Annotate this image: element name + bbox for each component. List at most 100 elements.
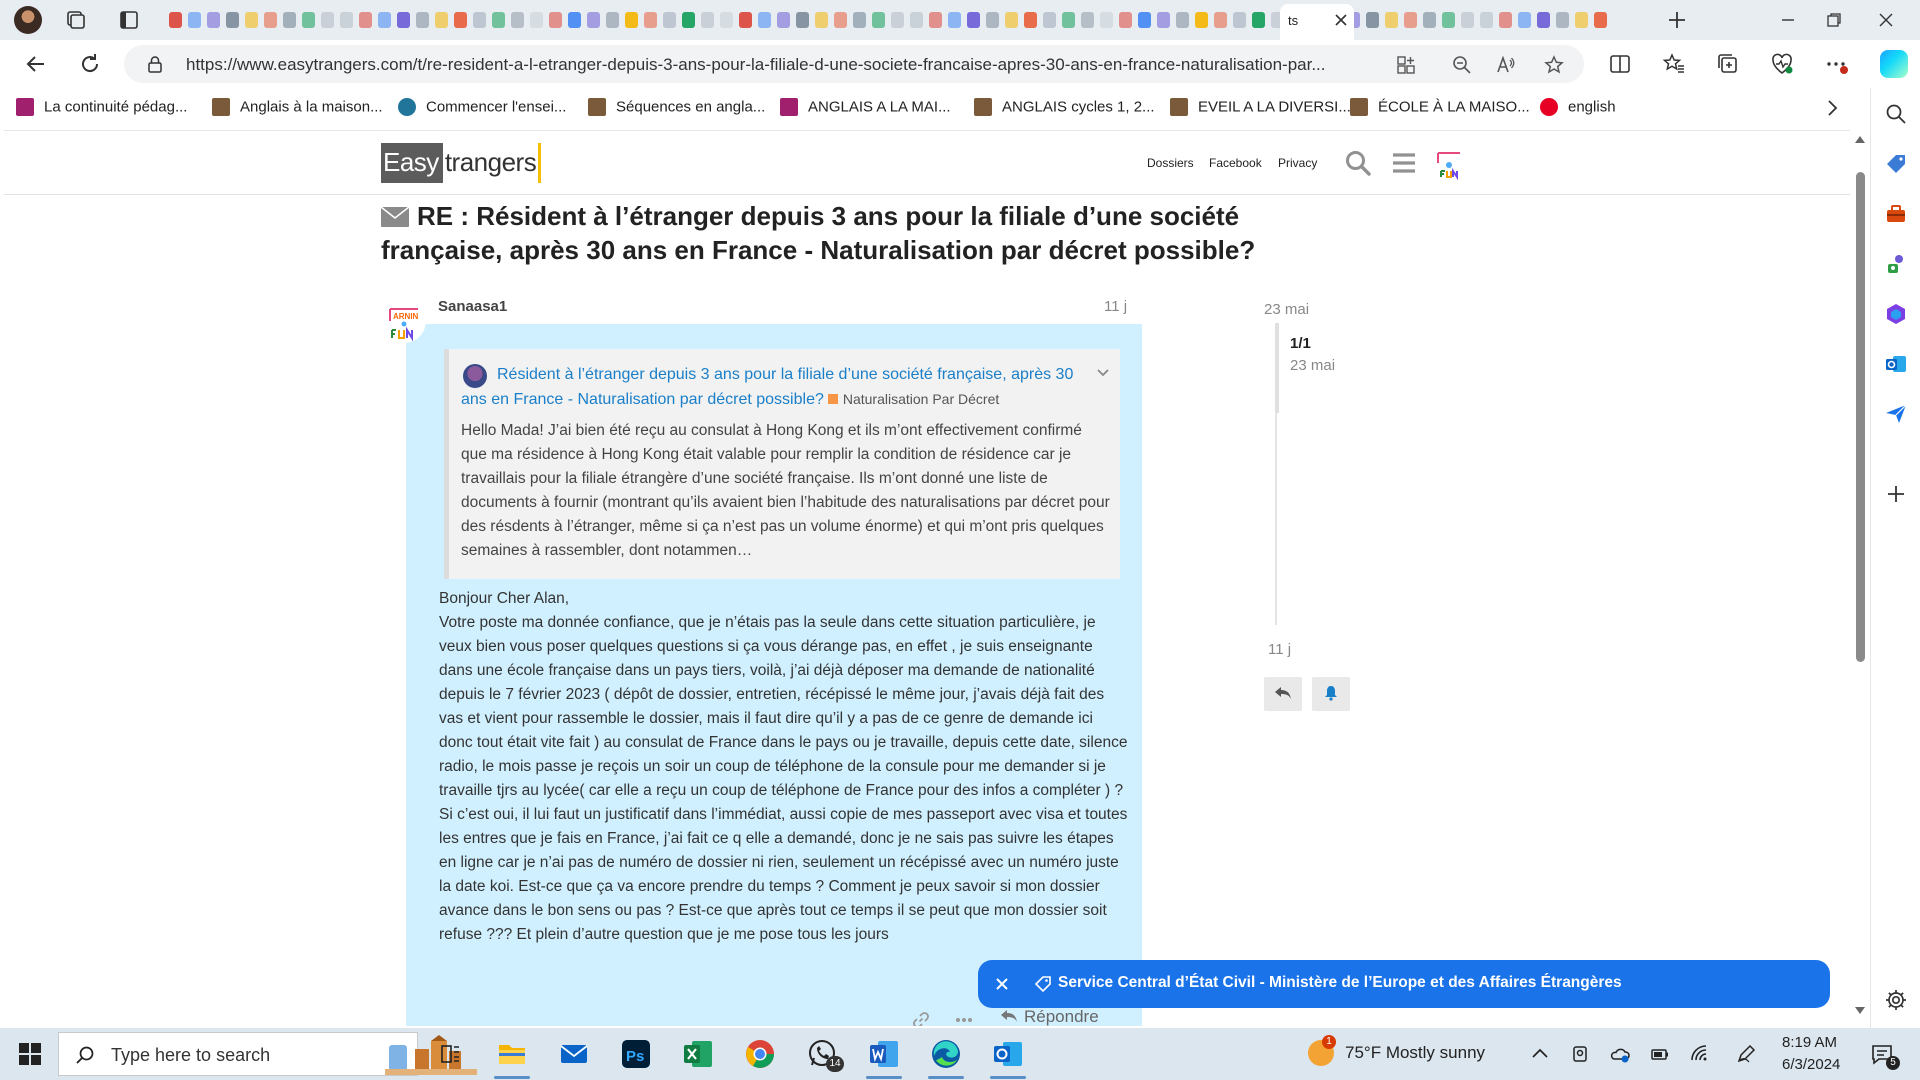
tab-close-icon[interactable] [1333, 12, 1349, 28]
pinned-tab-favicon[interactable] [549, 12, 562, 28]
pinned-tab-favicon[interactable] [473, 12, 486, 28]
pinned-tab-favicon[interactable] [1385, 12, 1398, 28]
clock-date[interactable]: 6/3/2024 [1782, 1056, 1840, 1073]
pinned-tab-favicon[interactable] [397, 12, 410, 28]
excel-icon[interactable] [680, 1036, 716, 1072]
pinned-tab-favicon[interactable] [682, 12, 695, 28]
pinned-tab-favicon[interactable] [625, 12, 638, 28]
scroll-up-arrow-icon[interactable] [1854, 134, 1866, 144]
post-date[interactable]: 11 j [1104, 298, 1127, 315]
pinned-tab-favicon[interactable] [1233, 12, 1246, 28]
bookmark-item[interactable]: Séquences en angla... [588, 98, 765, 118]
pinned-tab-favicon[interactable] [568, 12, 581, 28]
more-dots-icon[interactable] [954, 1011, 974, 1026]
favorites-icon[interactable] [1662, 52, 1686, 76]
pinned-tab-favicon[interactable] [758, 12, 771, 28]
author-avatar[interactable]: ARNIN [382, 299, 426, 343]
tab-actions-icon[interactable] [118, 9, 140, 31]
pinned-tab-favicon[interactable] [1594, 12, 1607, 28]
windows-start-icon[interactable] [18, 1042, 42, 1066]
bookmark-item[interactable]: english [1540, 98, 1616, 118]
pinned-tab-favicon[interactable] [264, 12, 277, 28]
tab-active[interactable]: ts [1280, 4, 1354, 40]
chevron-right-icon[interactable] [1822, 98, 1842, 118]
pinned-tab-favicon[interactable] [1575, 12, 1588, 28]
pinned-tab-favicon[interactable] [169, 12, 182, 28]
weather-text[interactable]: 75°F Mostly sunny [1345, 1043, 1485, 1063]
timeline-handle[interactable] [1275, 323, 1279, 413]
workspaces-icon[interactable] [64, 9, 86, 31]
outlook-icon[interactable] [990, 1036, 1026, 1072]
chevron-up-icon[interactable] [1530, 1044, 1550, 1064]
pinned-tab-favicon[interactable] [1499, 12, 1512, 28]
bookmark-item[interactable]: Anglais à la maison... [212, 98, 383, 118]
search-icon[interactable] [1884, 102, 1908, 126]
onedrive-icon[interactable] [1610, 1044, 1630, 1064]
pinned-tab-favicon[interactable] [986, 12, 999, 28]
app-available-icon[interactable] [1396, 55, 1416, 75]
pinned-tab-favicon[interactable] [1043, 12, 1056, 28]
browser-essentials-icon[interactable] [1770, 52, 1794, 76]
meet-now-icon[interactable] [1570, 1044, 1590, 1064]
pinned-tab-favicon[interactable] [1252, 12, 1265, 28]
nav-link-dossiers[interactable]: Dossiers [1147, 156, 1194, 170]
pinned-tab-favicon[interactable] [1081, 12, 1094, 28]
gear-icon[interactable] [1884, 988, 1908, 1012]
file-explorer-icon[interactable] [494, 1036, 530, 1072]
hamburger-menu-icon[interactable] [1390, 149, 1418, 177]
battery-icon[interactable] [1650, 1044, 1670, 1064]
nav-link-privacy[interactable]: Privacy [1278, 156, 1317, 170]
pinned-tab-favicon[interactable] [1461, 12, 1474, 28]
pinned-tab-favicon[interactable] [967, 12, 980, 28]
reply-button[interactable]: Répondre [1000, 1007, 1099, 1026]
pinned-tab-favicon[interactable] [948, 12, 961, 28]
pinned-tab-favicon[interactable] [796, 12, 809, 28]
pinned-tab-favicon[interactable] [872, 12, 885, 28]
settings-more-icon[interactable] [1824, 52, 1848, 76]
pinned-tab-favicon[interactable] [1176, 12, 1189, 28]
close-window-icon[interactable] [1878, 12, 1894, 28]
pinned-tab-favicon[interactable] [929, 12, 942, 28]
link-icon[interactable] [912, 1011, 930, 1026]
lock-icon[interactable] [146, 55, 164, 73]
bookmark-item[interactable]: ANGLAIS cycles 1, 2... [974, 98, 1155, 118]
bookmark-item[interactable]: ANGLAIS A LA MAI... [780, 98, 951, 118]
pinned-tab-favicon[interactable] [663, 12, 676, 28]
quote-category[interactable]: Naturalisation Par Décret [843, 391, 999, 407]
pinned-tab-favicon[interactable] [701, 12, 714, 28]
pinned-tab-favicon[interactable] [1442, 12, 1455, 28]
pinned-tab-favicon[interactable] [1518, 12, 1531, 28]
restore-icon[interactable] [1826, 12, 1842, 28]
pinned-tab-favicon[interactable] [587, 12, 600, 28]
collections-icon[interactable] [1716, 52, 1740, 76]
pinned-tab-favicon[interactable] [340, 12, 353, 28]
address-bar[interactable]: https://www.easytrangers.com/t/re-reside… [124, 45, 1584, 83]
pinned-tab-favicon[interactable] [739, 12, 752, 28]
pinned-tab-favicon[interactable] [1119, 12, 1132, 28]
user-avatar[interactable] [1432, 147, 1466, 181]
post-author[interactable]: Sanaasa1 [438, 298, 507, 315]
pinned-tab-favicon[interactable] [511, 12, 524, 28]
nav-link-facebook[interactable]: Facebook [1209, 156, 1262, 170]
pinned-tab-favicon[interactable] [606, 12, 619, 28]
task-view-icon[interactable] [432, 1036, 468, 1072]
word-icon[interactable] [866, 1036, 902, 1072]
pinned-tab-favicon[interactable] [834, 12, 847, 28]
pinned-tab-favicon[interactable] [1195, 12, 1208, 28]
pinned-tab-favicon[interactable] [1062, 12, 1075, 28]
pinned-tab-favicon[interactable] [245, 12, 258, 28]
new-tab-icon[interactable] [1666, 9, 1688, 31]
pinned-tab-favicon[interactable] [644, 12, 657, 28]
pinned-tab-favicon[interactable] [1100, 12, 1113, 28]
site-logo[interactable]: Easy trangers [381, 143, 542, 183]
read-aloud-icon[interactable] [1496, 55, 1516, 75]
search-icon[interactable] [1344, 149, 1372, 177]
zoom-icon[interactable] [1452, 55, 1472, 75]
pinned-tab-favicon[interactable] [302, 12, 315, 28]
close-icon[interactable] [994, 976, 1010, 992]
profile-avatar[interactable] [14, 6, 42, 34]
pinned-tab-favicon[interactable] [492, 12, 505, 28]
pinned-tab-favicon[interactable] [1366, 12, 1379, 28]
pinned-tab-favicon[interactable] [321, 12, 334, 28]
pinned-tab-favicon[interactable] [378, 12, 391, 28]
